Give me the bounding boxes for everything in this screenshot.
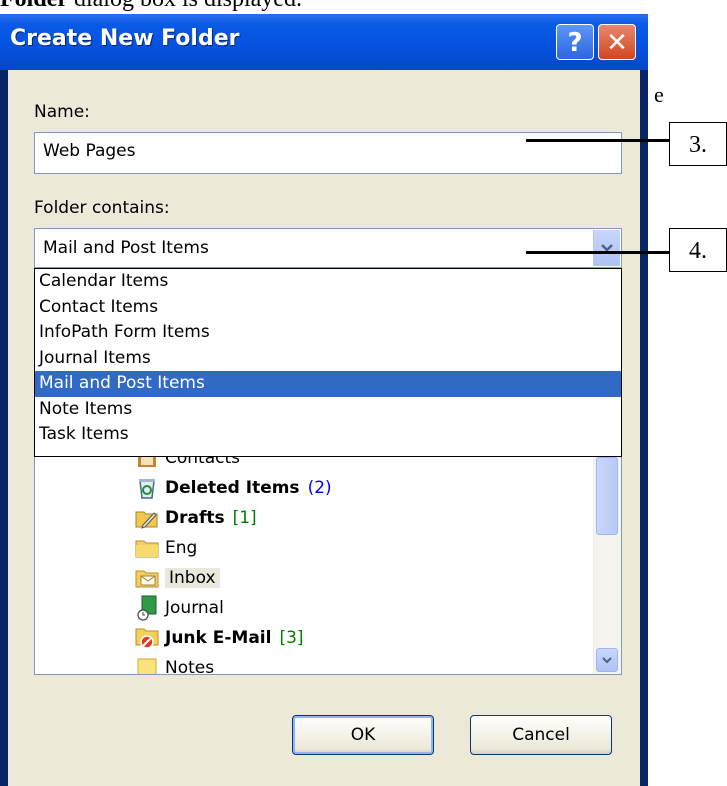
tree-item-contacts[interactable]: Contacts xyxy=(135,457,240,473)
folder-contains-dropdown-list: Calendar Items Contact Items InfoPath Fo… xyxy=(34,268,622,457)
ok-button[interactable]: OK xyxy=(292,715,434,755)
callout-line-3 xyxy=(526,139,670,142)
dropdown-option-journal-items[interactable]: Journal Items xyxy=(35,346,621,372)
help-button[interactable]: ? xyxy=(556,24,594,60)
scrollbar-thumb[interactable] xyxy=(596,457,618,535)
item-count-badge: [1] xyxy=(232,508,257,528)
close-button[interactable]: ✕ xyxy=(598,24,636,60)
name-label: Name: xyxy=(34,102,90,122)
folder-location-tree[interactable]: Contacts Deleted Items (2) Drafts [1] En… xyxy=(34,457,622,675)
tree-item-deleted-items[interactable]: Deleted Items (2) xyxy=(135,473,332,503)
tree-item-junk-e-mail[interactable]: Junk E-Mail [3] xyxy=(135,623,304,653)
create-new-folder-dialog: Create New Folder ? ✕ Name: Web Pages Fo… xyxy=(0,14,648,786)
chevron-down-icon[interactable] xyxy=(593,230,620,266)
junk-mail-icon xyxy=(135,626,159,650)
contacts-icon xyxy=(135,457,159,470)
dialog-title: Create New Folder xyxy=(10,26,240,51)
callout-3: 3. xyxy=(669,122,727,166)
tree-item-drafts[interactable]: Drafts [1] xyxy=(135,503,257,533)
tree-item-notes[interactable]: Notes xyxy=(135,653,214,674)
tree-item-inbox[interactable]: Inbox xyxy=(135,563,220,593)
inbox-folder-icon xyxy=(135,566,159,590)
dropdown-option-note-items[interactable]: Note Items xyxy=(35,397,621,423)
journal-icon xyxy=(135,595,159,621)
callout-line-4 xyxy=(526,251,670,254)
dropdown-option-calendar-items[interactable]: Calendar Items xyxy=(35,269,621,295)
folder-contains-value: Mail and Post Items xyxy=(43,238,209,258)
cancel-button[interactable]: Cancel xyxy=(470,715,612,755)
notes-icon xyxy=(135,656,159,674)
tree-item-journal[interactable]: Journal xyxy=(135,593,224,623)
folder-contains-select[interactable]: Mail and Post Items xyxy=(34,228,622,268)
dropdown-option-infopath-form-items[interactable]: InfoPath Form Items xyxy=(35,320,621,346)
folder-contains-label: Folder contains: xyxy=(34,198,170,218)
tree-item-eng[interactable]: Eng xyxy=(135,533,197,563)
folder-icon xyxy=(135,536,159,560)
item-count-badge: [3] xyxy=(279,628,304,648)
unread-count-badge: (2) xyxy=(307,478,332,498)
document-text-fragment: Folder dialog box is displayed. xyxy=(0,0,302,13)
dropdown-option-mail-and-post-items[interactable]: Mail and Post Items xyxy=(35,371,621,397)
dialog-titlebar[interactable]: Create New Folder ? ✕ xyxy=(0,14,648,70)
scroll-down-button[interactable] xyxy=(596,648,618,672)
dialog-body: Name: Web Pages Folder contains: Mail an… xyxy=(8,70,640,786)
dropdown-option-contact-items[interactable]: Contact Items xyxy=(35,295,621,321)
tree-scrollbar[interactable] xyxy=(593,457,621,674)
dropdown-option-task-items[interactable]: Task Items xyxy=(35,422,621,448)
recycle-bin-icon xyxy=(135,476,159,500)
document-text-fragment-right: e xyxy=(654,82,664,107)
callout-4: 4. xyxy=(669,228,727,272)
drafts-icon xyxy=(135,506,159,530)
